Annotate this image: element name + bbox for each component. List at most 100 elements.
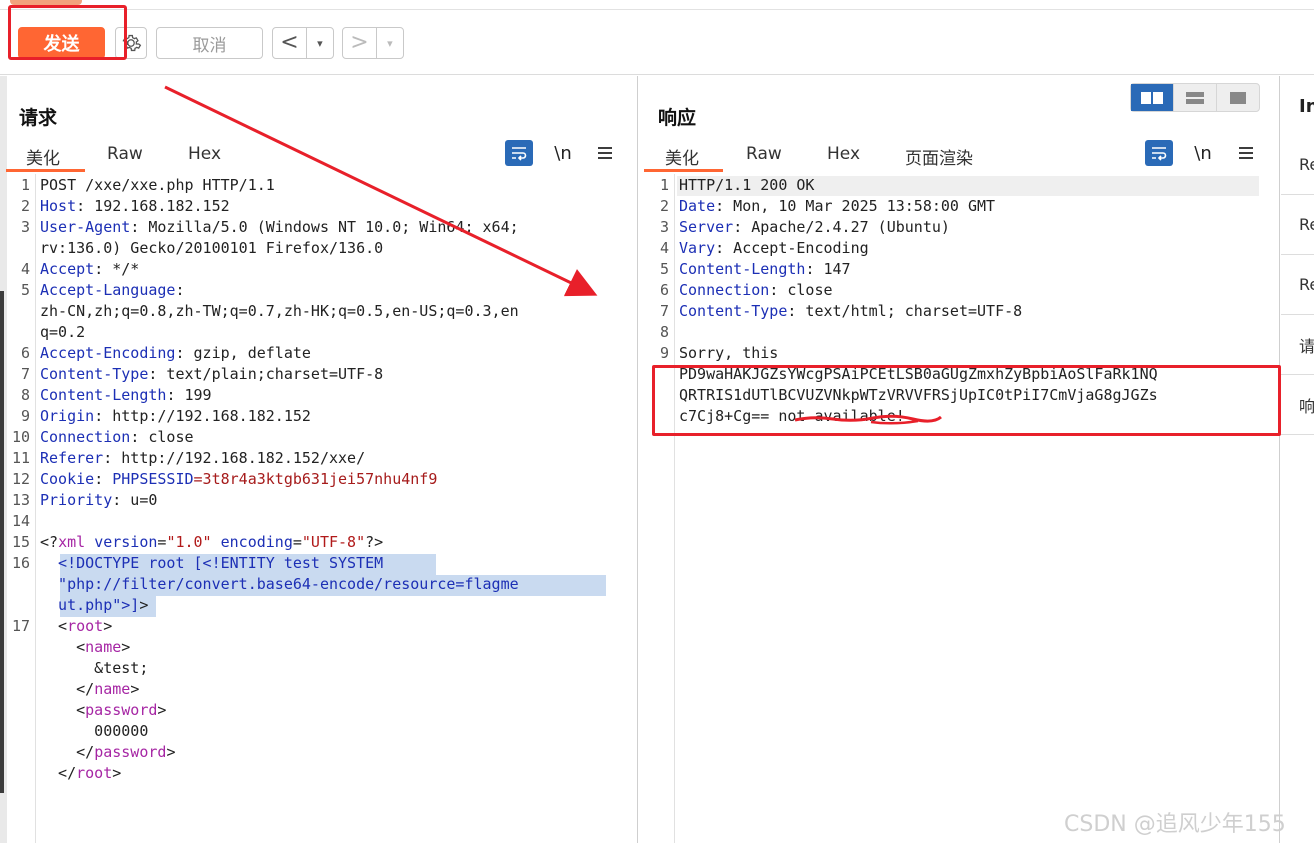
response-wrap-toggle[interactable] xyxy=(1145,140,1173,166)
code-line: Vary: Accept-Encoding xyxy=(679,238,869,259)
code-token: rv:136.0) Gecko/20100101 Firefox/136.0 xyxy=(40,239,384,257)
code-line: User-Agent: Mozilla/5.0 (Windows NT 10.0… xyxy=(40,217,519,238)
line-number: 13 xyxy=(11,491,30,509)
code-token: < xyxy=(40,638,86,656)
layout-side-by-side-button[interactable] xyxy=(1131,84,1174,111)
request-tab-pretty[interactable]: 美化 xyxy=(26,144,60,169)
code-token: Connection xyxy=(679,281,770,299)
watermark: CSDN @追风少年155 xyxy=(1064,812,1286,837)
code-line: 000000 xyxy=(40,721,148,742)
inspector-item[interactable]: Re xyxy=(1281,195,1314,255)
code-line: Accept-Language: xyxy=(40,280,185,301)
forward-dropdown-icon[interactable]: ▾ xyxy=(375,28,403,58)
code-token: Host xyxy=(40,197,77,215)
code-token: > xyxy=(112,764,122,782)
code-token: > xyxy=(103,617,113,635)
code-token: POST /xxe/xxe.php HTTP/1.1 xyxy=(40,176,275,194)
code-line: Host: 192.168.182.152 xyxy=(40,196,230,217)
history-forward-button[interactable]: > ▾ xyxy=(342,27,404,59)
response-tabs: 美化 Raw Hex 页面渲染 xyxy=(639,144,1280,174)
line-number: 10 xyxy=(11,428,30,446)
request-tab-raw[interactable]: Raw xyxy=(107,144,143,164)
code-token: Server xyxy=(679,218,734,236)
code-token: Accept xyxy=(40,260,95,278)
line-number: 5 xyxy=(659,260,669,278)
code-token: </ xyxy=(40,743,95,761)
inspector-item[interactable]: 响 xyxy=(1281,375,1314,435)
code-line: Connection: close xyxy=(679,280,833,301)
forward-arrow-icon: > xyxy=(350,30,369,55)
code-token: : 199 xyxy=(166,386,212,404)
response-editor[interactable]: 1 HTTP/1.1 200 OK 2 Date: Mon, 10 Mar 2025 … xyxy=(639,174,1279,843)
code-token: < xyxy=(40,617,68,635)
response-tab-raw[interactable]: Raw xyxy=(746,144,782,164)
code-token: &test; xyxy=(40,659,149,677)
code-line: Cookie: PHPSESSID=3t8r4a3ktgb631jei57nhu… xyxy=(40,469,437,490)
response-tab-pretty[interactable]: 美化 xyxy=(665,144,699,169)
line-number: 14 xyxy=(11,512,30,530)
request-editor[interactable]: 1 POST /xxe/xxe.php HTTP/1.1 2 Host: 192.16… xyxy=(0,174,637,843)
line-number: 4 xyxy=(20,260,30,278)
line-number: 6 xyxy=(659,281,669,299)
code-token: Date xyxy=(679,197,716,215)
inspector-item[interactable]: 请 xyxy=(1281,315,1314,375)
code-token: : close xyxy=(769,281,833,299)
code-token: root xyxy=(67,617,104,635)
code-token: > xyxy=(130,680,140,698)
response-tab-render[interactable]: 页面渲染 xyxy=(905,144,973,169)
request-newline-toggle[interactable]: \n xyxy=(549,140,577,166)
code-line: Content-Type: text/html; charset=UTF-8 xyxy=(679,301,1022,322)
code-token: <!DOCTYPE root [<!ENTITY test SYSTEM xyxy=(40,554,384,572)
code-token: : */* xyxy=(94,260,140,278)
code-token: Content-Length xyxy=(679,260,806,278)
inspector-item[interactable]: Re xyxy=(1281,255,1314,315)
line-number: 7 xyxy=(659,302,669,320)
response-newline-toggle[interactable]: \n xyxy=(1189,140,1217,166)
line-number: 11 xyxy=(11,449,30,467)
layout-single-button[interactable] xyxy=(1217,84,1259,111)
response-annotation-box xyxy=(652,365,1281,436)
code-line: rv:136.0) Gecko/20100101 Firefox/136.0 xyxy=(40,238,383,259)
inspector-item[interactable]: Re xyxy=(1281,135,1314,195)
layout-stacked-button[interactable] xyxy=(1174,84,1217,111)
code-token: Vary xyxy=(679,239,716,257)
code-token: > xyxy=(121,638,131,656)
line-number: 7 xyxy=(20,365,30,383)
history-back-button[interactable]: < ▾ xyxy=(272,27,334,59)
code-token: 000000 xyxy=(40,722,149,740)
line-number: 5 xyxy=(20,281,30,299)
code-line: Accept: */* xyxy=(40,259,139,280)
code-line: q=0.2 xyxy=(40,322,85,343)
line-number: 2 xyxy=(20,197,30,215)
code-token: xml xyxy=(58,533,95,551)
redaction-scribble xyxy=(794,414,942,425)
code-token: password xyxy=(85,701,158,719)
back-dropdown-icon[interactable]: ▾ xyxy=(305,28,333,58)
cancel-button[interactable]: 取消 xyxy=(156,27,263,59)
request-wrap-toggle[interactable] xyxy=(505,140,533,166)
line-number: 2 xyxy=(659,197,669,215)
response-tab-hex[interactable]: Hex xyxy=(827,144,860,164)
layout-toggle-group xyxy=(1130,83,1260,112)
code-token: > xyxy=(139,596,149,614)
code-token: Accept-Encoding xyxy=(40,344,176,362)
code-token: PHPSESSID xyxy=(112,470,194,488)
request-menu-button[interactable] xyxy=(591,140,619,166)
toolbar: 发送 取消 < ▾ > ▾ xyxy=(0,11,1314,75)
code-token: password xyxy=(94,743,167,761)
code-token: Sorry, this xyxy=(679,344,779,362)
code-line: zh-CN,zh;q=0.8,zh-TW;q=0.7,zh-HK;q=0.5,e… xyxy=(40,301,519,322)
code-token: Content-Type xyxy=(679,302,788,320)
code-token: Connection xyxy=(40,428,131,446)
code-token: : text/plain;charset=UTF-8 xyxy=(148,365,384,383)
line-number: 3 xyxy=(659,218,669,236)
code-token: q=0.2 xyxy=(40,323,86,341)
code-token: Content-Length xyxy=(40,386,167,404)
request-tab-hex[interactable]: Hex xyxy=(188,144,221,164)
code-token: version xyxy=(94,533,158,551)
code-token: =3t8r4a3ktgb631jei57nhu4nf9 xyxy=(193,470,438,488)
line-number: 8 xyxy=(659,323,669,341)
response-menu-button[interactable] xyxy=(1232,140,1260,166)
code-line: POST /xxe/xxe.php HTTP/1.1 xyxy=(40,175,275,196)
